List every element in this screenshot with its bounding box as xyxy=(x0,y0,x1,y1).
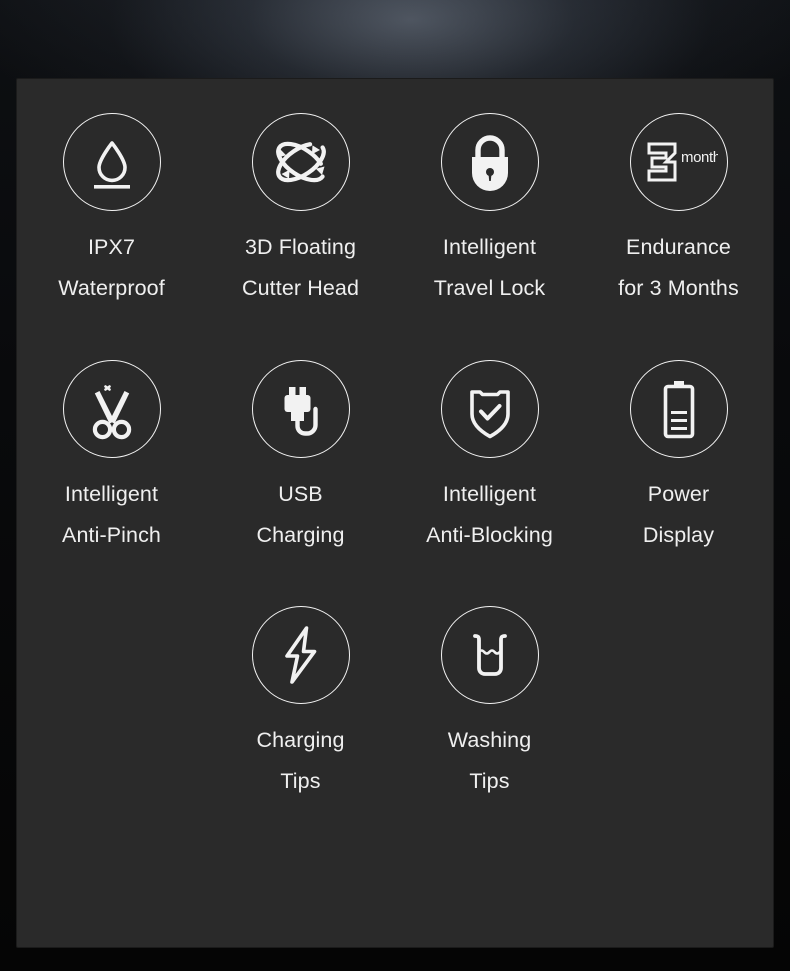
feature-label-line2: Travel Lock xyxy=(433,276,546,301)
icon-circle: months xyxy=(629,113,728,211)
feature-row-1: IPX7 Waterproof 3D Floating Cutter Head … xyxy=(17,113,773,310)
feature-label-line1: Endurance xyxy=(626,235,731,259)
feature-item-usb-charging[interactable]: USB Charging xyxy=(206,359,395,557)
feature-label-line1: IPX7 xyxy=(87,235,135,259)
feature-item-intelligent-anti-pinch[interactable]: Intelligent Anti-Pinch xyxy=(17,359,206,557)
feature-item-intelligent-travel-lock[interactable]: Intelligent Travel Lock xyxy=(395,113,584,310)
feature-label-line1: USB xyxy=(278,481,323,506)
feature-label-line2: Charging xyxy=(256,522,345,547)
feature-label-line1: Intelligent xyxy=(442,481,537,506)
feature-panel: IPX7 Waterproof 3D Floating Cutter Head … xyxy=(16,78,774,948)
icon-circle xyxy=(251,359,350,458)
feature-grid: IPX7 Waterproof 3D Floating Cutter Head … xyxy=(17,79,773,803)
feature-item-3d-floating-cutter-head[interactable]: 3D Floating Cutter Head xyxy=(206,113,395,310)
water-drop-waterproof-icon xyxy=(93,141,130,189)
feature-label-line2: Display xyxy=(642,522,715,547)
icon-circle xyxy=(440,606,539,705)
feature-label: Washing Tips xyxy=(448,720,532,803)
icon-circle xyxy=(629,359,728,458)
icon-circle xyxy=(62,113,161,211)
feature-label: USB Charging xyxy=(256,474,344,557)
feature-label-line1: Power xyxy=(647,481,710,506)
feature-label-line2: Tips xyxy=(469,769,510,794)
feature-label-line1: Charging xyxy=(256,728,345,753)
three-months-endurance-icon: months xyxy=(647,142,718,182)
washing-tub-tips-icon xyxy=(472,634,507,676)
usb-charging-icon xyxy=(284,386,318,436)
feature-label-line2: for 3 Months xyxy=(618,276,739,301)
icon-circle xyxy=(251,606,350,705)
padlock-travel-lock-icon xyxy=(471,135,508,191)
feature-item-endurance-three-months[interactable]: months Endurance for 3 Months xyxy=(584,113,773,310)
feature-label-line1: Intelligent xyxy=(442,235,537,259)
feature-label-line2: Tips xyxy=(280,769,321,794)
feature-label-line2: Anti-Pinch xyxy=(62,522,161,547)
feature-label-line2: Cutter Head xyxy=(241,276,360,301)
feature-label: 3D Floating Cutter Head xyxy=(242,227,359,310)
lightning-bolt-charging-tips-icon xyxy=(284,626,316,684)
endurance-unit-text: months xyxy=(681,149,718,166)
feature-label: Charging Tips xyxy=(256,720,344,803)
feature-row-3: Charging Tips Washing Tips xyxy=(17,606,773,803)
feature-item-power-display[interactable]: Power Display xyxy=(584,359,773,557)
icon-circle xyxy=(62,359,161,458)
feature-label-line1: 3D Floating xyxy=(244,235,357,259)
feature-item-washing-tips[interactable]: Washing Tips xyxy=(395,606,584,803)
shield-check-anti-blocking-icon xyxy=(469,389,510,438)
feature-item-ipx7-waterproof[interactable]: IPX7 Waterproof xyxy=(17,113,206,310)
battery-power-display-icon xyxy=(663,380,694,438)
scissors-anti-pinch-icon xyxy=(92,384,131,439)
feature-label-line2: Waterproof xyxy=(58,276,165,301)
icon-circle xyxy=(440,113,539,211)
feature-label: Endurance for 3 Months xyxy=(618,227,739,310)
feature-row-2: Intelligent Anti-Pinch USB Charging Inte… xyxy=(17,359,773,557)
3d-floating-rotation-icon xyxy=(275,141,326,183)
feature-label-line2: Anti-Blocking xyxy=(426,522,553,547)
feature-item-charging-tips[interactable]: Charging Tips xyxy=(206,606,395,803)
feature-label: Power Display xyxy=(643,474,714,557)
feature-label: Intelligent Travel Lock xyxy=(434,227,545,310)
icon-circle xyxy=(251,113,350,211)
feature-label: IPX7 Waterproof xyxy=(58,227,165,310)
icon-circle xyxy=(440,359,539,458)
feature-item-intelligent-anti-blocking[interactable]: Intelligent Anti-Blocking xyxy=(395,359,584,557)
feature-label: Intelligent Anti-Blocking xyxy=(426,474,553,557)
feature-label: Intelligent Anti-Pinch xyxy=(62,474,161,557)
feature-label-line1: Washing xyxy=(447,728,532,753)
feature-label-line1: Intelligent xyxy=(64,481,159,506)
